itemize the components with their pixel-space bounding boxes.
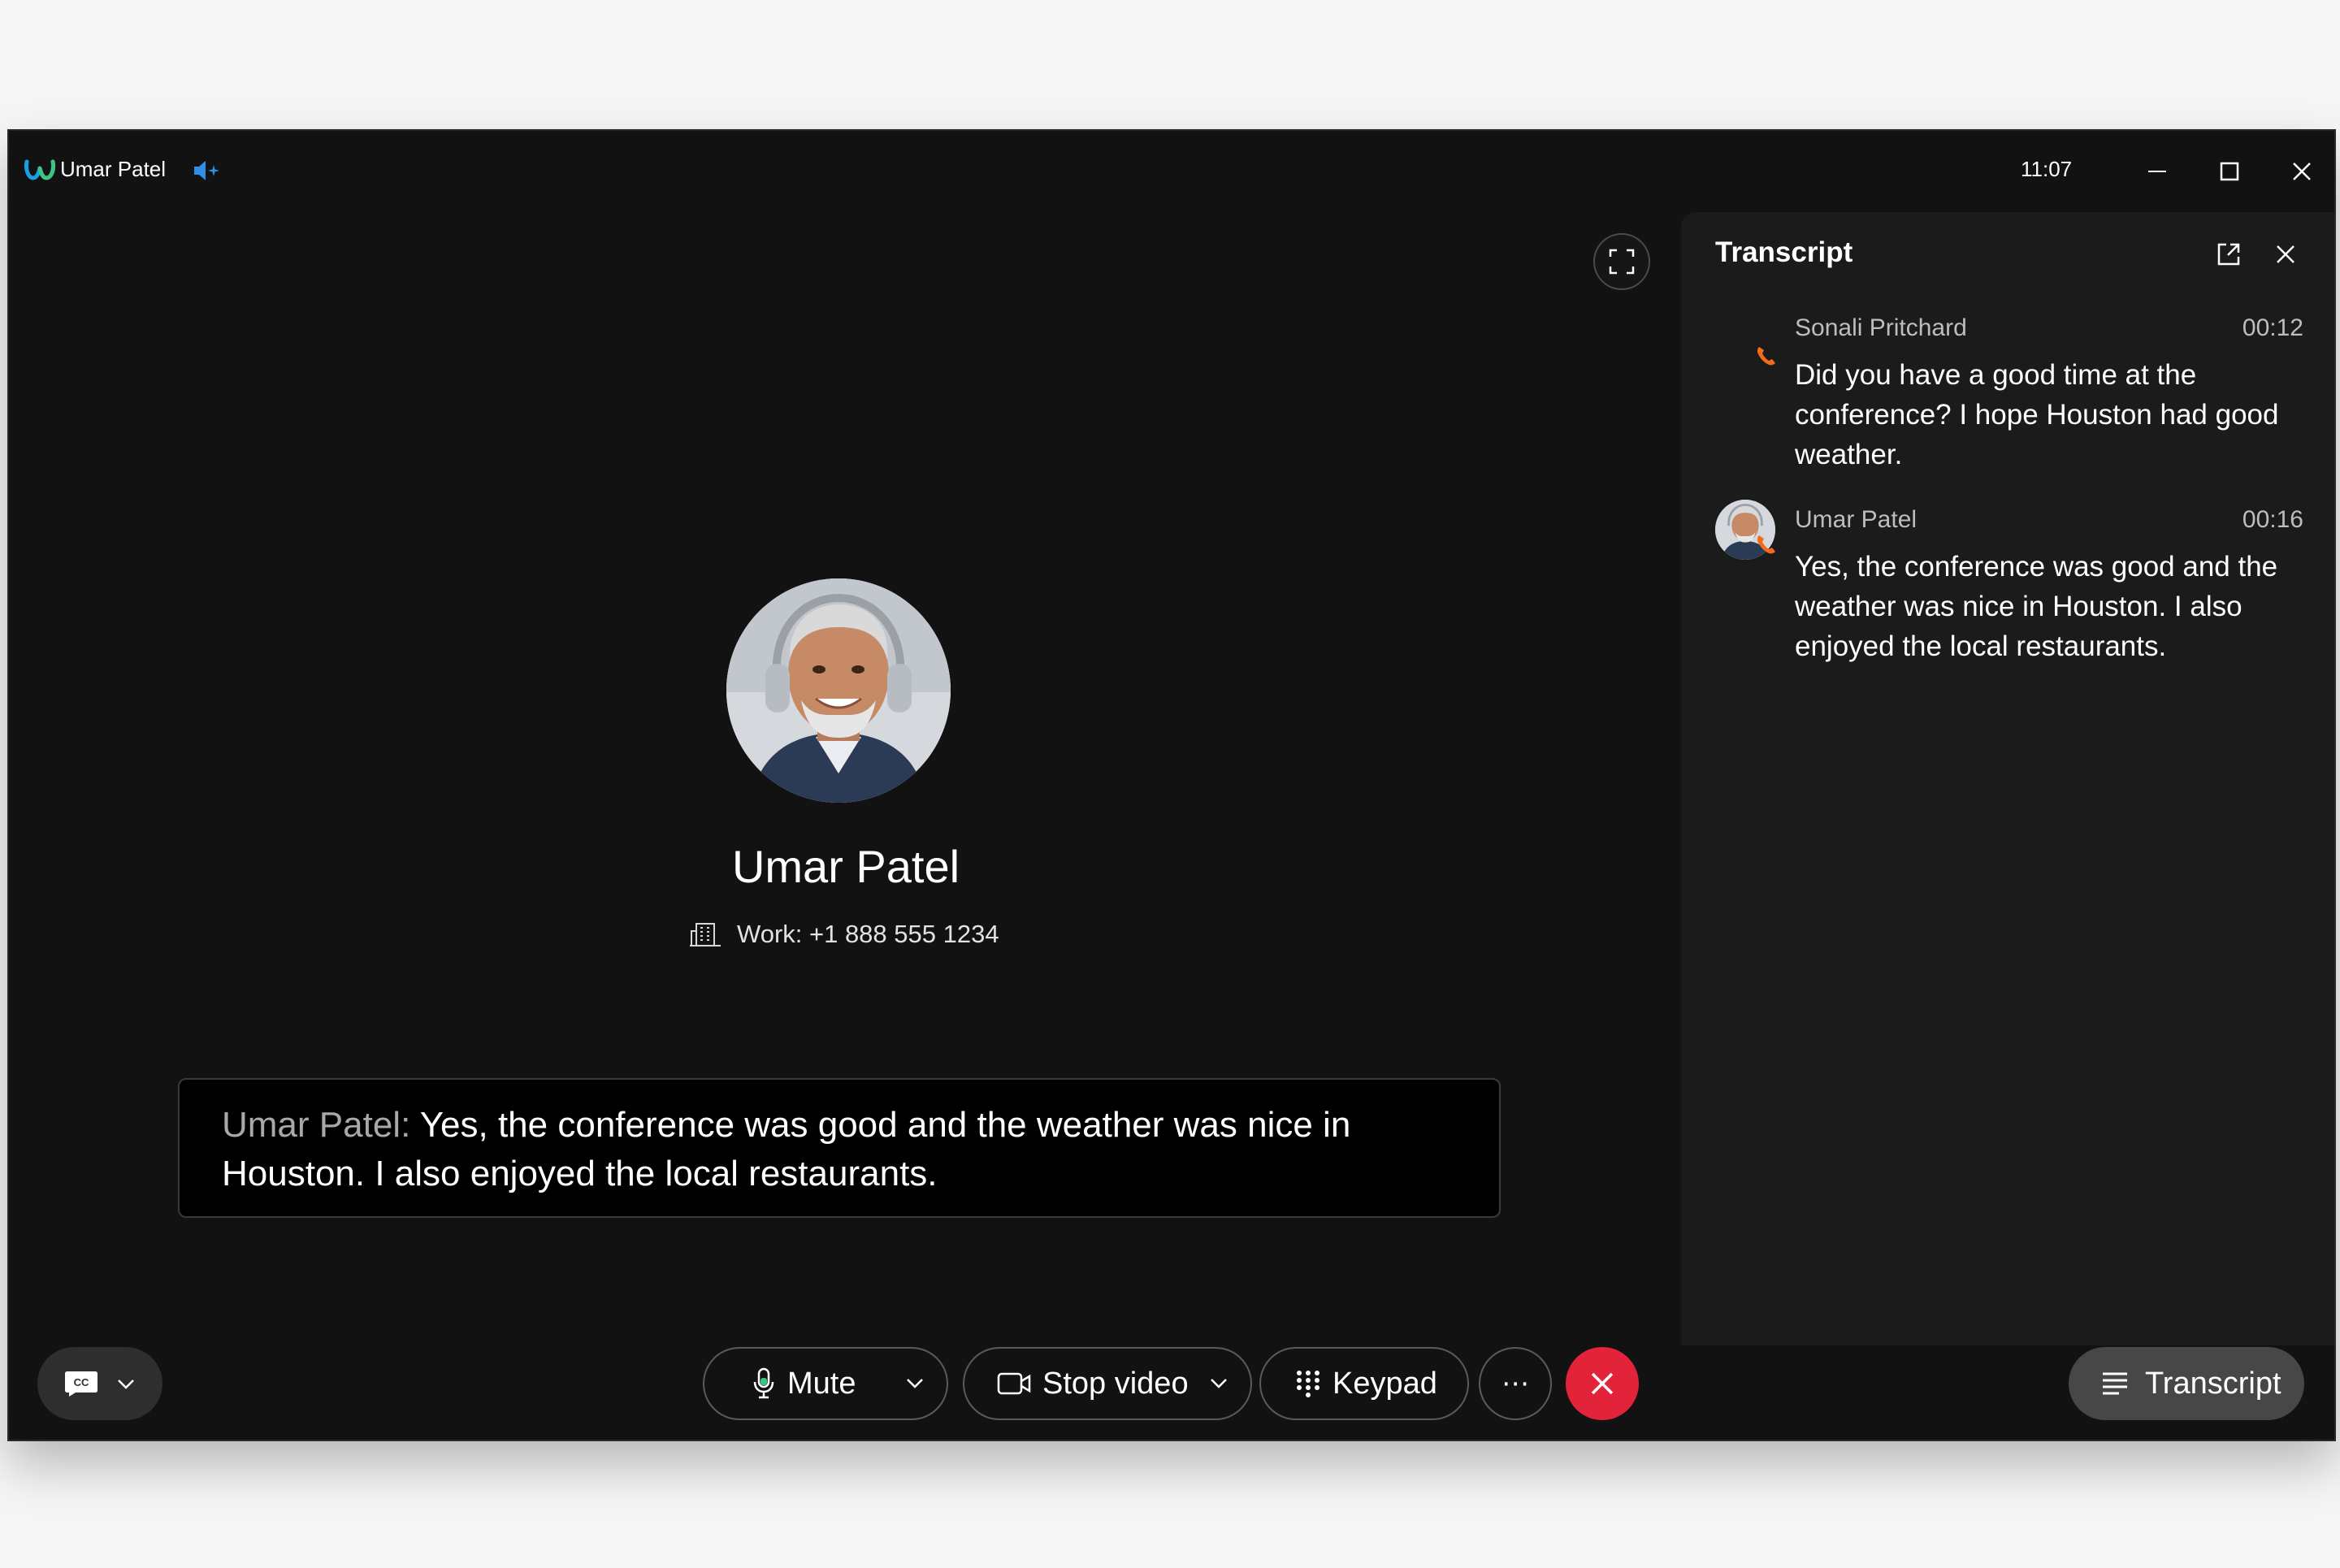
fullscreen-icon xyxy=(1609,249,1635,275)
end-call-button[interactable] xyxy=(1566,1347,1639,1420)
phone-icon xyxy=(1757,535,1775,554)
person-photo-icon xyxy=(726,578,951,803)
phone-icon xyxy=(1757,347,1775,366)
caption-speaker: Umar Patel: xyxy=(222,1105,411,1145)
chevron-down-icon[interactable] xyxy=(904,1373,925,1394)
call-timer: 11:07 xyxy=(2021,157,2073,181)
chevron-down-icon xyxy=(118,1380,134,1389)
transcript-panel: Transcript Sonali Pritchard 00:12 Did yo… xyxy=(1681,212,2334,1345)
transcript-toggle-label: Transcript xyxy=(2145,1366,2282,1401)
entry-timestamp: 00:16 xyxy=(2242,506,2303,533)
building-icon xyxy=(690,923,721,946)
stop-video-label: Stop video xyxy=(1042,1366,1189,1401)
window-title: Umar Patel xyxy=(60,157,167,181)
entry-text: Did you have a good time at the conferen… xyxy=(1795,359,2279,470)
close-icon xyxy=(1591,1372,1614,1395)
more-options-icon: ⋯ xyxy=(1502,1368,1529,1399)
minimize-icon xyxy=(2148,171,2166,172)
live-caption: Umar Patel: Yes, the conference was good… xyxy=(178,1078,1501,1218)
mute-label: Mute xyxy=(787,1366,856,1401)
entry-speaker: Sonali Pritchard xyxy=(1795,314,1967,341)
title-bar: Umar Patel 11:07 xyxy=(9,131,2334,212)
close-transcript-button[interactable] xyxy=(2269,238,2302,271)
caller-name: Umar Patel xyxy=(731,841,960,892)
transcript-lines-icon xyxy=(2103,1372,2127,1395)
transcript-toggle-button[interactable]: Transcript xyxy=(2069,1347,2304,1420)
popout-button[interactable] xyxy=(2212,238,2245,271)
webex-logo-icon xyxy=(24,159,55,180)
caller-avatar xyxy=(726,578,951,803)
keypad-label: Keypad xyxy=(1332,1366,1437,1401)
entry-speaker: Umar Patel xyxy=(1795,506,1918,533)
keypad-button[interactable]: Keypad xyxy=(1259,1347,1469,1420)
call-window: Umar Patel 11:07 Umar Patel Work: +1 888… xyxy=(7,129,2336,1441)
close-icon xyxy=(2277,245,2294,263)
entry-timestamp: 00:12 xyxy=(2242,314,2303,341)
more-options-button[interactable]: ⋯ xyxy=(1479,1347,1552,1420)
closed-captions-icon: CC xyxy=(65,1371,98,1397)
transcript-panel-title: Transcript xyxy=(1715,236,1853,268)
minimize-button[interactable] xyxy=(2133,149,2182,194)
mute-button[interactable]: Mute xyxy=(703,1347,948,1420)
fullscreen-button[interactable] xyxy=(1593,233,1650,290)
close-icon xyxy=(2293,162,2311,180)
speaker-icon[interactable] xyxy=(193,158,222,183)
popout-icon xyxy=(2217,243,2240,266)
stop-video-button[interactable]: Stop video xyxy=(963,1347,1252,1420)
maximize-button[interactable] xyxy=(2205,149,2254,194)
closed-captions-button[interactable]: CC xyxy=(37,1347,162,1420)
video-camera-icon xyxy=(997,1372,1031,1395)
keypad-icon xyxy=(1297,1371,1320,1397)
svg-text:CC: CC xyxy=(74,1376,89,1388)
entry-text: Yes, the conference was good and the wea… xyxy=(1795,551,2278,662)
caller-number-row: Work: +1 888 555 1234 xyxy=(690,917,999,951)
maximize-icon xyxy=(2220,162,2239,181)
caller-number: Work: +1 888 555 1234 xyxy=(737,920,999,948)
microphone-icon xyxy=(753,1367,774,1399)
close-window-button[interactable] xyxy=(2277,149,2326,194)
chevron-down-icon[interactable] xyxy=(1208,1373,1229,1394)
